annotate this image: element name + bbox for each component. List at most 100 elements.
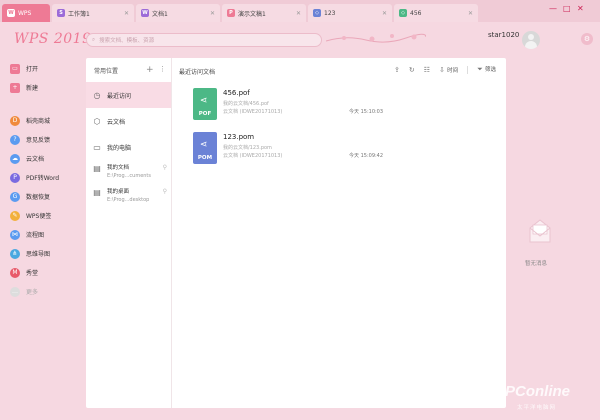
nav-label: 云文档 (26, 156, 45, 163)
file-path: 我的云文档/123.pom (223, 145, 272, 151)
app-logo: WPS 2019 (14, 31, 92, 47)
location-text: 我的文档 E:\Prog...cuments (107, 163, 151, 179)
folder-icon: ▤ (93, 187, 101, 197)
nav-item-note[interactable]: ✎ WPS便签 (10, 206, 80, 225)
location-recent[interactable]: ◷ 最近访问 (86, 82, 171, 108)
feedback-icon: ? (10, 134, 20, 145)
file-row[interactable]: ⋖ POF 456.pof 我的云文档/456.pof 云文档 (IDWE201… (193, 88, 493, 124)
flow-icon: ⋖ (200, 140, 208, 150)
add-location-icon[interactable]: + (146, 65, 154, 75)
filter-icon: ⏷ (477, 65, 483, 73)
nav-item-pdf-to-word[interactable]: P PDF转Word (10, 168, 80, 187)
location-computer[interactable]: ▭ 我的电脑 (86, 134, 171, 160)
tab-presentation[interactable]: P 演示文稿1 ✕ (222, 4, 306, 22)
close-icon[interactable]: ✕ (124, 10, 129, 17)
cloud-icon: ☁ (10, 153, 20, 164)
file-type: POM (197, 155, 213, 161)
nav-label: WPS便签 (26, 213, 52, 220)
close-icon[interactable]: ✕ (468, 10, 473, 17)
pom-icon: ◇ (313, 9, 321, 17)
nav-item-flowchart[interactable]: ⋈ 流程图 (10, 225, 80, 244)
tab-wps[interactable]: W WPS (2, 4, 50, 22)
folder-name: 我的桌面 (107, 189, 130, 195)
avatar[interactable] (522, 31, 540, 49)
file-owner: 云文档 (IDWE20171013) (223, 109, 283, 115)
clock-icon: ◷ (93, 90, 101, 100)
close-icon[interactable]: ✕ (382, 10, 387, 17)
tab-workbook[interactable]: S 工作簿1 ✕ (52, 4, 134, 22)
gear-icon[interactable]: ⚙ (581, 33, 593, 45)
location-my-desktop[interactable]: ▤ 我的桌面 E:\Prog...desktop ⚲ (86, 184, 171, 208)
close-window-icon[interactable]: ✕ (577, 4, 584, 13)
tab-document[interactable]: W 文档1 ✕ (136, 4, 220, 22)
location-cloud[interactable]: ⬡ 云文档 (86, 108, 171, 134)
file-owner: 云文档 (IDWE20171013) (223, 153, 283, 159)
username[interactable]: star1020 (488, 31, 519, 39)
tab-label: 123 (324, 9, 336, 17)
nav-item-open[interactable]: ▭ 打开 (10, 59, 80, 78)
search-icon: ⌕ (92, 36, 96, 43)
spreadsheet-icon: S (57, 9, 65, 17)
tab-label: 工作簿1 (68, 10, 90, 18)
notice-text: 暂无消息 (525, 261, 548, 267)
plus-icon: + (10, 82, 20, 93)
refresh-icon[interactable]: ↻ (409, 66, 415, 74)
filter-label: 筛选 (484, 67, 496, 73)
location-my-documents[interactable]: ▤ 我的文档 E:\Prog...cuments ⚲ (86, 160, 171, 184)
nav-label: 意见反馈 (26, 137, 51, 144)
more-icon: … (10, 286, 20, 297)
tab-123[interactable]: ◇ 123 ✕ (308, 4, 392, 22)
minimize-icon[interactable]: — (549, 4, 557, 13)
pin-icon[interactable]: ⚲ (163, 188, 167, 195)
pom-file-icon: ⋖ POM (193, 132, 217, 164)
filter-button[interactable]: ⏷ 筛选 (477, 65, 496, 74)
location-text: 我的桌面 E:\Prog...desktop (107, 187, 149, 203)
tab-456[interactable]: ◇ 456 ✕ (394, 4, 478, 22)
nav-item-store[interactable]: D 稻壳商城 (10, 111, 80, 130)
nav-item-new[interactable]: + 新建 (10, 78, 80, 97)
folder-icon: ▤ (93, 163, 101, 173)
files-column: 最近访问文档 ⇪ ↻ ☷ ⇩ 时间 ⏷ 筛选 ⋖ POF 456.pof 我的云… (173, 58, 506, 408)
time-sort-button[interactable]: ⇩ 时间 (439, 66, 458, 74)
folder-icon: ▭ (10, 63, 20, 74)
file-row[interactable]: ⋖ POM 123.pom 我的云文档/123.pom 云文档 (IDWE201… (193, 132, 493, 168)
maximize-icon[interactable]: □ (563, 4, 571, 13)
close-icon[interactable]: ✕ (296, 10, 301, 17)
nav-label: 打开 (26, 66, 39, 73)
upload-icon[interactable]: ⇪ (394, 66, 400, 74)
search-placeholder: 搜索文档、模板、资源 (99, 38, 155, 44)
nav-item-feedback[interactable]: ? 意见反馈 (10, 130, 80, 149)
share-icon: ⋖ (200, 96, 208, 106)
nav-item-mindmap[interactable]: ⋔ 思维导图 (10, 244, 80, 263)
more-options-icon[interactable]: ⋮ (159, 65, 166, 73)
watermark-sub: 太平洋电脑网 (517, 405, 557, 411)
nav-item-recover[interactable]: G 数据恢复 (10, 187, 80, 206)
close-icon[interactable]: ✕ (210, 10, 215, 17)
left-nav: ▭ 打开 + 新建 D 稻壳商城 ? 意见反馈 ☁ 云文档 P PDF转Word… (10, 59, 80, 301)
search-input[interactable]: ⌕ 搜索文档、模板、资源 (86, 33, 322, 47)
note-icon: ✎ (10, 210, 20, 221)
flowchart-icon: ⋈ (10, 229, 20, 240)
pin-icon[interactable]: ⚲ (163, 164, 167, 171)
nav-label: 秀堂 (26, 270, 39, 277)
nav-label: 稻壳商城 (26, 118, 51, 125)
mindmap-icon: ⋔ (10, 248, 20, 259)
store-icon: D (10, 115, 20, 126)
location-label: 我的电脑 (107, 144, 132, 152)
file-time: 今天 15:09:42 (349, 153, 384, 159)
file-time: 今天 15:10:03 (349, 109, 384, 115)
locations-title: 常用位置 (94, 67, 119, 75)
nav-item-cloud[interactable]: ☁ 云文档 (10, 149, 80, 168)
avatar-body (525, 41, 537, 49)
recover-icon: G (10, 191, 20, 202)
locations-column: 常用位置 + ⋮ ◷ 最近访问 ⬡ 云文档 ▭ 我的电脑 ▤ 我的文档 E:\P… (86, 58, 172, 408)
show-icon: M (10, 267, 20, 278)
list-view-icon[interactable]: ☷ (424, 66, 430, 74)
location-label: 最近访问 (107, 92, 132, 100)
tab-label: 文档1 (152, 10, 168, 18)
document-icon: W (141, 9, 149, 17)
nav-item-show[interactable]: M 秀堂 (10, 263, 80, 282)
tab-label: 456 (410, 9, 422, 17)
location-label: 云文档 (107, 118, 126, 126)
nav-item-more[interactable]: … 更多 (10, 282, 80, 301)
